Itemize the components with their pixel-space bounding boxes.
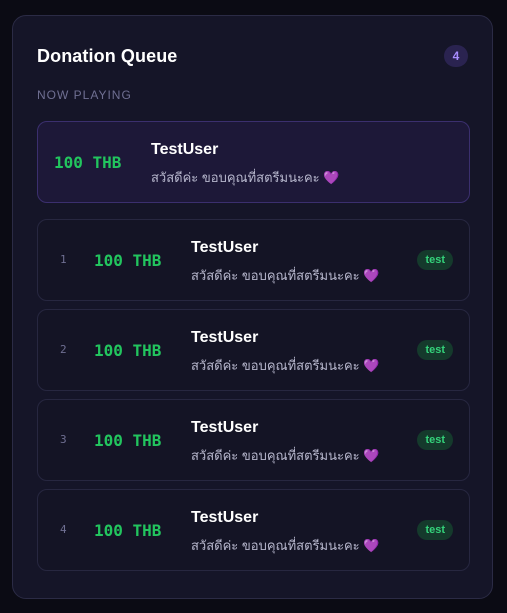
donation-message-text: สวัสดีค่ะ ขอบคุณที่สตรีมนะคะ — [191, 538, 360, 553]
purple-heart-icon: 💜 — [323, 170, 340, 185]
queue-position: 3 — [60, 433, 67, 446]
now-playing-card[interactable]: 100 THB TestUser สวัสดีค่ะ ขอบคุณที่สตรี… — [37, 121, 470, 203]
queue-position: 1 — [60, 253, 67, 266]
donation-message: สวัสดีค่ะ ขอบคุณที่สตรีมนะคะ 💜 — [191, 445, 379, 466]
purple-heart-icon: 💜 — [363, 358, 380, 373]
queue-item[interactable]: 1 100 THB TestUser สวัสดีค่ะ ขอบคุณที่สต… — [37, 219, 470, 301]
donation-message: สวัสดีค่ะ ขอบคุณที่สตรีมนะคะ 💜 — [191, 355, 379, 376]
donor-name: TestUser — [191, 509, 259, 526]
donation-tag: test — [417, 250, 453, 270]
donor-name: TestUser — [191, 419, 259, 436]
donation-amount: 100 THB — [94, 341, 162, 360]
donation-amount: 100 THB — [54, 153, 122, 172]
queue-item[interactable]: 2 100 THB TestUser สวัสดีค่ะ ขอบคุณที่สต… — [37, 309, 470, 391]
donation-message-text: สวัสดีค่ะ ขอบคุณที่สตรีมนะคะ — [191, 358, 360, 373]
queue-item[interactable]: 4 100 THB TestUser สวัสดีค่ะ ขอบคุณที่สต… — [37, 489, 470, 571]
donation-amount: 100 THB — [94, 251, 162, 270]
donor-name: TestUser — [151, 141, 219, 158]
donation-message: สวัสดีค่ะ ขอบคุณที่สตรีมนะคะ 💜 — [151, 167, 339, 188]
donation-message-text: สวัสดีค่ะ ขอบคุณที่สตรีมนะคะ — [191, 268, 360, 283]
queue-count-badge: 4 — [444, 45, 468, 67]
purple-heart-icon: 💜 — [363, 538, 380, 553]
donation-tag: test — [417, 340, 453, 360]
donor-name: TestUser — [191, 329, 259, 346]
purple-heart-icon: 💜 — [363, 268, 380, 283]
donation-amount: 100 THB — [94, 521, 162, 540]
now-playing-label: NOW PLAYING — [37, 88, 132, 102]
donation-amount: 100 THB — [94, 431, 162, 450]
donation-queue-panel: Donation Queue 4 NOW PLAYING 100 THB Tes… — [12, 15, 493, 599]
donation-message: สวัสดีค่ะ ขอบคุณที่สตรีมนะคะ 💜 — [191, 265, 379, 286]
donation-message-text: สวัสดีค่ะ ขอบคุณที่สตรีมนะคะ — [191, 448, 360, 463]
donation-message-text: สวัสดีค่ะ ขอบคุณที่สตรีมนะคะ — [151, 170, 320, 185]
donation-tag: test — [417, 520, 453, 540]
queue-position: 4 — [60, 523, 67, 536]
donation-tag: test — [417, 430, 453, 450]
panel-header: Donation Queue 4 — [37, 44, 468, 68]
queue-item[interactable]: 3 100 THB TestUser สวัสดีค่ะ ขอบคุณที่สต… — [37, 399, 470, 481]
donor-name: TestUser — [191, 239, 259, 256]
purple-heart-icon: 💜 — [363, 448, 380, 463]
panel-title: Donation Queue — [37, 45, 178, 66]
donation-message: สวัสดีค่ะ ขอบคุณที่สตรีมนะคะ 💜 — [191, 535, 379, 556]
queue-position: 2 — [60, 343, 67, 356]
